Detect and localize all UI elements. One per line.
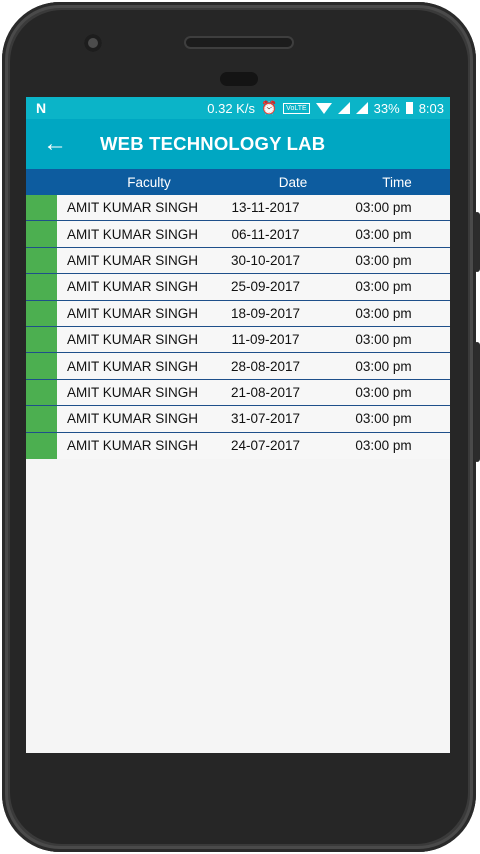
row-time: 03:00 pm bbox=[355, 358, 412, 374]
app-bar: ← WEB TECHNOLOGY LAB bbox=[26, 119, 450, 169]
table-row[interactable]: AMIT KUMAR SINGH 21-08-2017 03:00 pm bbox=[26, 379, 450, 407]
notification-n-icon: N bbox=[36, 100, 47, 116]
alarm-icon: ⏰ bbox=[260, 100, 278, 115]
header-time: Time bbox=[382, 174, 412, 190]
row-status-marker bbox=[26, 432, 57, 459]
row-time: 03:00 pm bbox=[355, 226, 412, 242]
table-row[interactable]: AMIT KUMAR SINGH 06-11-2017 03:00 pm bbox=[26, 221, 450, 248]
attendance-list: AMIT KUMAR SINGH 13-11-2017 03:00 pm AMI… bbox=[26, 195, 450, 459]
page-title: WEB TECHNOLOGY LAB bbox=[100, 133, 326, 154]
row-time: 03:00 pm bbox=[355, 332, 412, 348]
row-date: 11-09-2017 bbox=[231, 332, 300, 348]
network-speed: 0.32 K/s bbox=[207, 100, 255, 116]
row-faculty: AMIT KUMAR SINGH bbox=[67, 200, 199, 216]
status-right: 0.32 K/s ⏰ VoLTE 33% 8:03 bbox=[207, 100, 444, 116]
table-row[interactable]: AMIT KUMAR SINGH 13-11-2017 03:00 pm bbox=[26, 195, 450, 222]
row-status-marker bbox=[26, 274, 57, 300]
front-camera bbox=[84, 34, 102, 52]
row-date: 31-07-2017 bbox=[230, 411, 301, 427]
wifi-icon bbox=[315, 102, 332, 114]
header-date: Date bbox=[278, 174, 308, 190]
row-date: 13-11-2017 bbox=[231, 200, 300, 216]
row-date: 24-07-2017 bbox=[230, 438, 301, 454]
table-row[interactable]: AMIT KUMAR SINGH 31-07-2017 03:00 pm bbox=[26, 406, 450, 433]
row-status-marker bbox=[26, 300, 57, 326]
row-date: 25-09-2017 bbox=[230, 279, 301, 295]
row-faculty: AMIT KUMAR SINGH bbox=[67, 332, 199, 348]
row-date: 18-09-2017 bbox=[230, 305, 301, 321]
signal-icon-2 bbox=[355, 102, 368, 114]
row-faculty: AMIT KUMAR SINGH bbox=[67, 279, 199, 295]
row-status-marker bbox=[26, 406, 57, 432]
table-row[interactable]: AMIT KUMAR SINGH 28-08-2017 03:00 pm bbox=[26, 353, 450, 380]
volte-icon: VoLTE bbox=[283, 102, 310, 114]
table-row[interactable]: AMIT KUMAR SINGH 30-10-2017 03:00 pm bbox=[26, 247, 450, 275]
row-time: 03:00 pm bbox=[355, 279, 412, 295]
earpiece-speaker bbox=[186, 38, 292, 47]
row-status-marker bbox=[26, 221, 57, 247]
row-faculty: AMIT KUMAR SINGH bbox=[67, 226, 199, 242]
row-time: 03:00 pm bbox=[355, 411, 412, 427]
table-row[interactable]: AMIT KUMAR SINGH 11-09-2017 03:00 pm bbox=[26, 326, 450, 354]
volume-button bbox=[474, 212, 480, 272]
row-faculty: AMIT KUMAR SINGH bbox=[67, 252, 199, 268]
row-date: 06-11-2017 bbox=[231, 226, 300, 242]
row-status-marker bbox=[26, 195, 57, 221]
battery-icon bbox=[405, 102, 413, 114]
row-status-marker bbox=[26, 326, 57, 353]
proximity-sensor bbox=[220, 72, 258, 86]
battery-percent: 33% bbox=[373, 100, 400, 116]
screen: N 0.32 K/s ⏰ VoLTE 33% 8:03 ← WEB TECHNO… bbox=[26, 97, 450, 753]
row-faculty: AMIT KUMAR SINGH bbox=[67, 384, 199, 400]
row-faculty: AMIT KUMAR SINGH bbox=[67, 358, 199, 374]
row-status-marker bbox=[26, 379, 57, 406]
row-time: 03:00 pm bbox=[355, 438, 412, 454]
power-button bbox=[474, 342, 480, 462]
back-arrow-icon[interactable]: ← bbox=[26, 119, 84, 169]
table-header: Faculty Date Time bbox=[26, 169, 450, 195]
table-row[interactable]: AMIT KUMAR SINGH 24-07-2017 03:00 pm bbox=[26, 432, 450, 459]
row-date: 30-10-2017 bbox=[230, 252, 301, 268]
row-time: 03:00 pm bbox=[355, 384, 412, 400]
row-time: 03:00 pm bbox=[355, 305, 412, 321]
row-faculty: AMIT KUMAR SINGH bbox=[67, 305, 199, 321]
table-row[interactable]: AMIT KUMAR SINGH 25-09-2017 03:00 pm bbox=[26, 274, 450, 301]
row-time: 03:00 pm bbox=[355, 252, 412, 268]
row-date: 28-08-2017 bbox=[230, 358, 301, 374]
row-time: 03:00 pm bbox=[355, 200, 412, 216]
row-status-marker bbox=[26, 353, 57, 379]
row-date: 21-08-2017 bbox=[230, 384, 301, 400]
clock: 8:03 bbox=[418, 100, 444, 116]
signal-icon bbox=[337, 102, 350, 114]
row-faculty: AMIT KUMAR SINGH bbox=[67, 438, 199, 454]
row-faculty: AMIT KUMAR SINGH bbox=[67, 411, 199, 427]
table-row[interactable]: AMIT KUMAR SINGH 18-09-2017 03:00 pm bbox=[26, 300, 450, 327]
status-bar: N 0.32 K/s ⏰ VoLTE 33% 8:03 bbox=[26, 97, 450, 119]
header-faculty: Faculty bbox=[127, 174, 171, 190]
row-status-marker bbox=[26, 247, 57, 274]
